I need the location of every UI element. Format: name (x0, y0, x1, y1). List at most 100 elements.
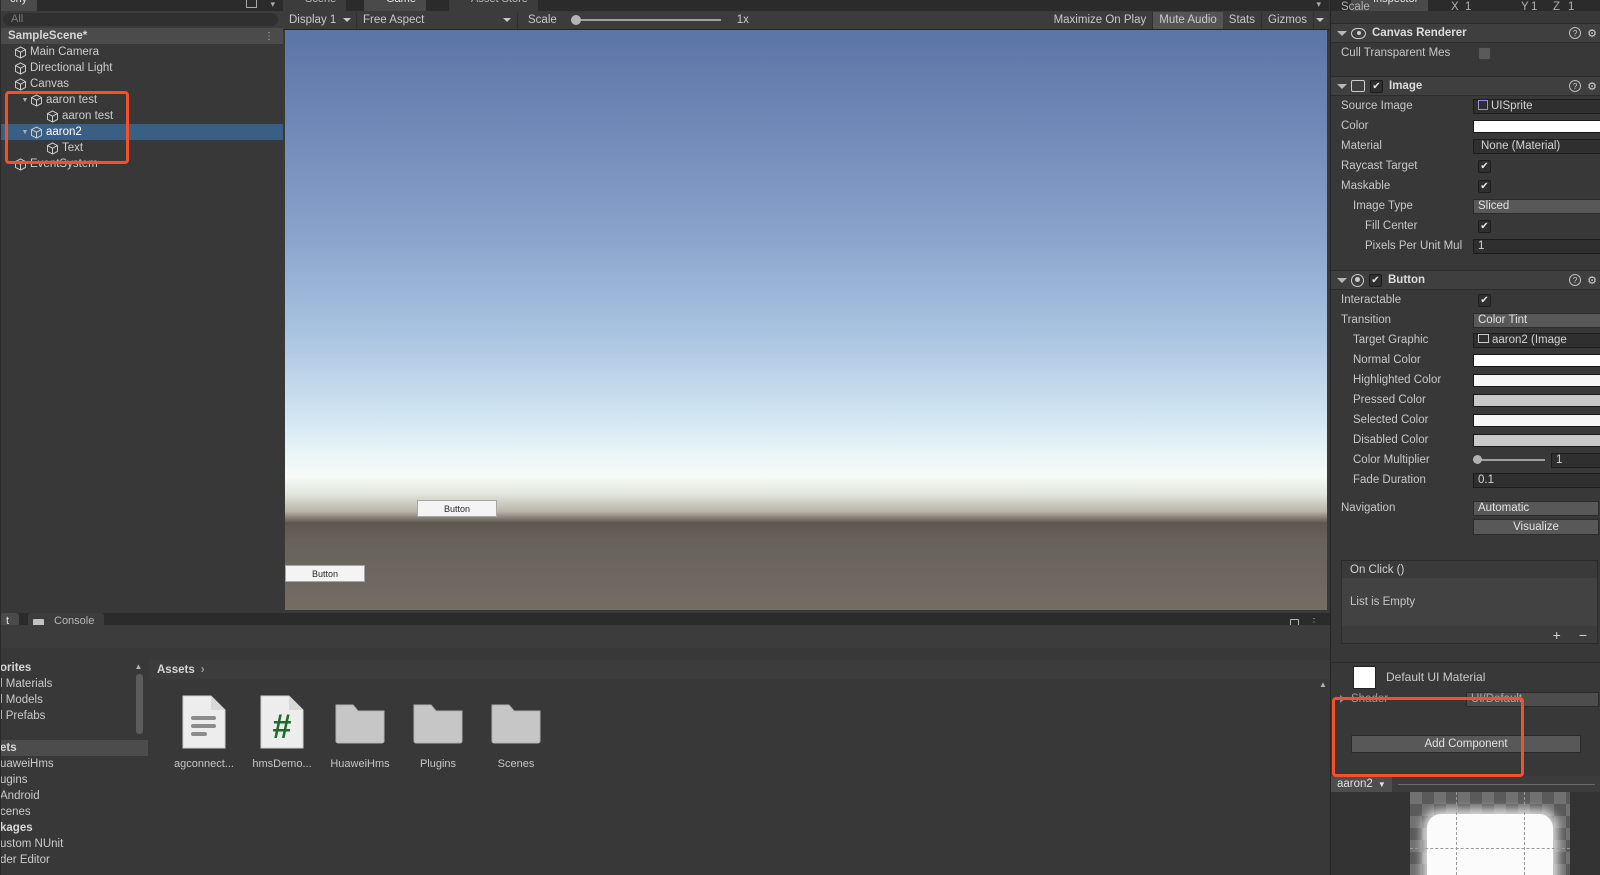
property-checkbox[interactable]: ✔ (1478, 293, 1491, 307)
aspect-dropdown[interactable]: Free Aspect (357, 11, 518, 29)
project-tree-item[interactable]: ets (0, 740, 148, 756)
help-icon[interactable]: ? (1569, 274, 1582, 286)
chevron-down-icon[interactable] (1337, 83, 1347, 89)
shader-dropdown[interactable]: UI/Default (1466, 691, 1599, 707)
project-tree-item[interactable]: l Prefabs (0, 708, 148, 724)
image-enabled-checkbox[interactable]: ✔ (1370, 79, 1383, 93)
hierarchy-item[interactable]: ▼ aaron2 (0, 124, 283, 140)
assets-scroll-up-arrow[interactable]: ▲ (1319, 680, 1328, 689)
button-component-header[interactable]: ✔ Button ? ⚙ (1331, 270, 1600, 290)
asset-item[interactable]: # hmsDemo... (245, 693, 319, 770)
add-component-button[interactable]: Add Component (1351, 735, 1581, 753)
hierarchy-item[interactable]: ▼ aaron test (0, 92, 283, 108)
property-slider-value[interactable]: 1 (1551, 452, 1600, 468)
chevron-down-icon[interactable] (1337, 30, 1347, 36)
gameobject-icon (46, 141, 59, 155)
hierarchy-item[interactable]: Canvas (0, 76, 283, 92)
scale-z-field[interactable]: 1 (1568, 1, 1574, 13)
scroll-up-arrow[interactable]: ▲ (134, 662, 143, 671)
game-ui-button[interactable]: Button (285, 565, 365, 582)
maximize-on-play-button[interactable]: Maximize On Play (1047, 11, 1154, 29)
property-row: Material None (Material) (1331, 136, 1600, 156)
property-dropdown[interactable]: Sliced (1473, 198, 1600, 214)
visualize-button[interactable]: Visualize (1473, 519, 1599, 535)
project-tree-item[interactable]: l Materials (0, 676, 148, 692)
help-icon[interactable]: ? (1569, 80, 1582, 92)
disclosure-triangle-icon[interactable]: ▼ (20, 97, 30, 104)
project-tree-item[interactable]: uaweiHms (0, 756, 148, 772)
preview-object-dropdown[interactable]: aaron2 ▼ (1331, 776, 1392, 792)
hierarchy-item[interactable]: Text (0, 140, 283, 156)
color-swatch-field[interactable] (1473, 373, 1600, 387)
gameobject-icon (14, 157, 27, 171)
project-tree-item[interactable]: ustom NUnit (0, 836, 148, 852)
hierarchy-search-input[interactable]: All (3, 13, 278, 26)
project-tree-item[interactable]: der Editor (0, 852, 148, 868)
help-icon[interactable]: ? (1569, 27, 1582, 39)
property-text-field[interactable]: 0.1 (1473, 472, 1600, 488)
gameview-menu-icon[interactable]: ▾ (1316, 0, 1321, 10)
property-text-field[interactable]: 1 (1473, 238, 1600, 254)
canvas-renderer-header[interactable]: Canvas Renderer ? ⚙ (1331, 23, 1600, 43)
color-swatch-field[interactable] (1473, 353, 1600, 367)
scale-y-field[interactable]: 1 (1531, 1, 1537, 13)
navigation-dropdown[interactable]: Automatic (1473, 500, 1599, 516)
breadcrumb-assets[interactable]: Assets (157, 664, 195, 676)
asset-item[interactable]: agconnect... (167, 693, 241, 770)
image-component-header[interactable]: ✔ Image ? ⚙ (1331, 76, 1600, 96)
cull-transparent-mesh-checkbox[interactable] (1478, 46, 1491, 60)
tab-hierarchy[interactable]: chy (0, 0, 38, 11)
tab-asset-store[interactable]: Asset Store (449, 0, 538, 11)
game-ui-button[interactable]: Button (417, 500, 497, 517)
game-render-canvas[interactable]: Button Button (285, 30, 1327, 610)
asset-item[interactable]: HuaweiHms (323, 693, 397, 770)
button-enabled-checkbox[interactable]: ✔ (1369, 273, 1382, 287)
canvas-renderer-title: Canvas Renderer (1372, 27, 1467, 39)
hierarchy-menu-icon[interactable]: ▾ (270, 0, 275, 10)
chevron-down-icon[interactable] (1337, 277, 1347, 283)
color-swatch-field[interactable] (1473, 433, 1600, 447)
project-tree-item[interactable] (0, 724, 148, 740)
hierarchy-item[interactable]: Main Camera (0, 44, 283, 60)
stats-button[interactable]: Stats (1222, 11, 1263, 29)
project-tree-item[interactable]: Android (0, 788, 148, 804)
scene-kebab-icon[interactable]: ⋮ (264, 31, 274, 42)
mute-audio-button[interactable]: Mute Audio (1153, 11, 1223, 29)
property-checkbox[interactable]: ✔ (1478, 179, 1491, 193)
disclosure-triangle-icon[interactable]: ▼ (20, 129, 30, 136)
tab-scene[interactable]: Scene (283, 0, 347, 11)
tab-game[interactable]: Game (364, 0, 426, 11)
settings-icon[interactable]: ⚙ (1587, 274, 1597, 287)
asset-item[interactable]: Scenes (479, 693, 553, 770)
scene-header-row[interactable]: SampleScene* ⋮ (0, 28, 283, 44)
project-tree-item[interactable]: l Models (0, 692, 148, 708)
settings-icon[interactable]: ⚙ (1587, 80, 1597, 93)
gizmos-button[interactable]: Gizmos (1262, 11, 1314, 29)
hierarchy-item[interactable]: aaron test (0, 108, 283, 124)
property-checkbox[interactable]: ✔ (1478, 219, 1491, 233)
scale-x-field[interactable]: 1 (1465, 1, 1471, 13)
asset-item[interactable]: Plugins (401, 693, 475, 770)
color-swatch-field[interactable] (1473, 119, 1600, 133)
color-swatch-field[interactable] (1473, 393, 1600, 407)
property-slider[interactable] (1473, 455, 1545, 464)
project-tree-item[interactable]: orites (0, 660, 148, 676)
hierarchy-layout-icon[interactable] (246, 0, 257, 8)
project-tree-item[interactable]: kages (0, 820, 148, 836)
onclick-add-button[interactable]: + (1553, 627, 1561, 643)
project-tree-item[interactable]: ugins (0, 772, 148, 788)
onclick-remove-button[interactable]: − (1579, 627, 1587, 643)
settings-icon[interactable]: ⚙ (1587, 27, 1597, 40)
property-checkbox[interactable]: ✔ (1478, 159, 1491, 173)
project-tree-scrollbar[interactable] (136, 674, 143, 734)
property-dropdown[interactable]: Color Tint (1473, 312, 1600, 328)
scale-slider[interactable] (570, 15, 721, 25)
gizmos-dropdown-arrow[interactable] (1314, 12, 1329, 29)
hierarchy-item[interactable]: EventSystem (0, 156, 283, 172)
scale-slider-knob[interactable] (570, 15, 581, 25)
display-dropdown[interactable]: Display 1 (283, 11, 357, 29)
property-slider-knob[interactable] (1473, 455, 1482, 464)
project-tree-item[interactable]: cenes (0, 804, 148, 820)
color-swatch-field[interactable] (1473, 413, 1600, 427)
hierarchy-item[interactable]: Directional Light (0, 60, 283, 76)
